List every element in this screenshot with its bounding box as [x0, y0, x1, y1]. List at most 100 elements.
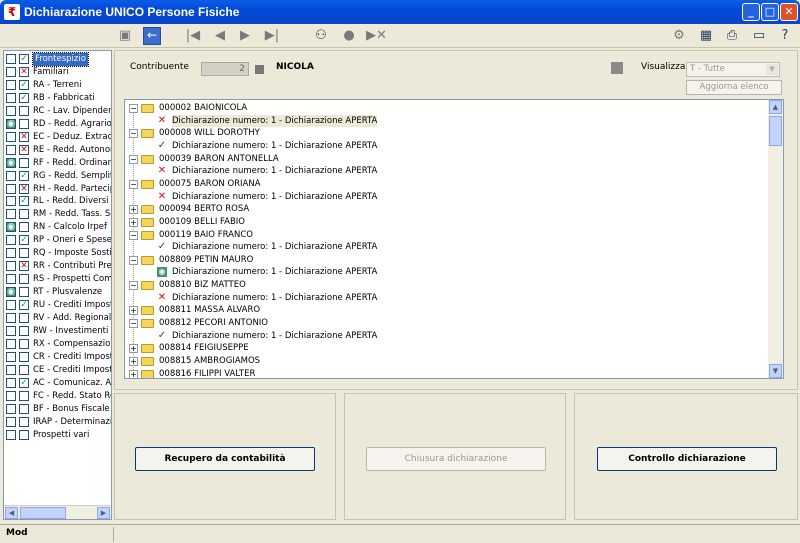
sidebar-status-checkbox[interactable]: [6, 390, 16, 401]
sidebar-check-checkbox[interactable]: [19, 429, 29, 440]
sidebar-status-checkbox[interactable]: [6, 105, 16, 116]
sidebar-item[interactable]: ✕ RH - Redd. Partecipazione: [4, 183, 111, 196]
sidebar-status-checkbox[interactable]: [6, 209, 16, 220]
sidebar-item[interactable]: FC - Redd. Stato Residenza: [4, 390, 111, 403]
circle-icon[interactable]: ●: [340, 27, 358, 45]
sidebar-check-checkbox[interactable]: [19, 364, 29, 375]
collapse-icon[interactable]: −: [129, 104, 138, 113]
tree-scroll-thumb[interactable]: [769, 116, 782, 146]
scroll-up-icon[interactable]: ▲: [769, 100, 782, 114]
collapse-icon[interactable]: −: [129, 319, 138, 329]
tree-vscroll[interactable]: ▲ ▼: [768, 100, 783, 378]
collapse-icon[interactable]: −: [129, 179, 138, 189]
back-icon[interactable]: ←: [143, 27, 161, 45]
sidebar-status-checkbox[interactable]: ◉: [6, 118, 16, 129]
contribuente-lookup-icon[interactable]: [255, 65, 264, 74]
sidebar-status-checkbox[interactable]: [6, 274, 16, 285]
sidebar-item[interactable]: ✕ EC - Deduz. Extracontabili: [4, 131, 111, 144]
sidebar-check-checkbox[interactable]: ✓: [19, 170, 29, 181]
sidebar-check-checkbox[interactable]: ✕: [19, 261, 29, 272]
sidebar-item[interactable]: ◉ RN - Calcolo Irpef: [4, 221, 111, 234]
last-icon[interactable]: ▶|: [263, 27, 281, 45]
sidebar-check-checkbox[interactable]: [19, 157, 29, 168]
sidebar-check-checkbox[interactable]: [19, 248, 29, 259]
sidebar-status-checkbox[interactable]: ◉: [6, 157, 16, 168]
sidebar-item[interactable]: RC - Lav. Dipendenti: [4, 105, 111, 118]
sidebar-status-checkbox[interactable]: [6, 403, 16, 414]
sidebar-check-checkbox[interactable]: ✕: [19, 131, 29, 142]
scroll-left-icon[interactable]: ◀: [5, 507, 18, 519]
controllo-button[interactable]: Controllo dichiarazione: [597, 447, 777, 471]
sidebar-item[interactable]: BF - Bonus Fiscale: [4, 403, 111, 416]
sidebar-item[interactable]: RM - Redd. Tass. Separata: [4, 208, 111, 221]
expand-icon[interactable]: +: [129, 205, 138, 215]
sidebar-status-checkbox[interactable]: [6, 325, 16, 336]
sidebar-check-checkbox[interactable]: ✓: [19, 377, 29, 388]
sidebar-check-checkbox[interactable]: [19, 325, 29, 336]
collapse-icon[interactable]: −: [129, 154, 138, 164]
sidebar-hscroll[interactable]: ◀ ▶: [4, 505, 111, 519]
sidebar-check-checkbox[interactable]: ✓: [19, 235, 29, 246]
sidebar-item[interactable]: RS - Prospetti Comuni: [4, 273, 111, 286]
sidebar-item[interactable]: ✕ RE - Redd. Autonomi: [4, 144, 111, 157]
sidebar-status-checkbox[interactable]: [6, 66, 16, 77]
sidebar-check-checkbox[interactable]: ✕: [19, 144, 29, 155]
sidebar-item[interactable]: IRAP - Determinazione: [4, 416, 111, 429]
sidebar-item[interactable]: ✓ AC - Comunicaz. Amministratori: [4, 377, 111, 390]
contribuente-code-field[interactable]: 2: [201, 62, 249, 76]
sidebar-item[interactable]: ✕ Familiari: [4, 66, 111, 79]
collapse-icon[interactable]: −: [129, 255, 138, 265]
sidebar-item[interactable]: ◉ RF - Redd. Ordinario: [4, 157, 111, 170]
minimize-button[interactable]: _: [742, 3, 760, 21]
scroll-right-icon[interactable]: ▶: [97, 507, 110, 519]
close-button[interactable]: ✕: [780, 3, 798, 21]
sidebar-status-checkbox[interactable]: [6, 364, 16, 375]
refresh-button[interactable]: Aggiorna elenco: [686, 80, 782, 95]
clear-icon[interactable]: [611, 62, 623, 74]
sidebar-status-checkbox[interactable]: [6, 313, 16, 323]
sidebar-status-checkbox[interactable]: [6, 79, 16, 90]
sidebar-check-checkbox[interactable]: [19, 118, 29, 129]
sidebar-check-checkbox[interactable]: ✓: [19, 79, 29, 90]
app-icon[interactable]: ₹: [4, 4, 20, 20]
monitor-icon[interactable]: ▭: [750, 27, 768, 45]
print-icon[interactable]: ⎙: [723, 27, 741, 45]
sidebar-check-checkbox[interactable]: [19, 222, 29, 233]
collapse-icon[interactable]: −: [129, 281, 138, 291]
expand-icon[interactable]: +: [129, 357, 138, 366]
next-icon[interactable]: ▶: [236, 27, 254, 45]
sidebar-status-checkbox[interactable]: [6, 429, 16, 440]
sidebar-status-checkbox[interactable]: [6, 261, 16, 272]
expand-icon[interactable]: +: [129, 306, 138, 316]
sidebar-status-checkbox[interactable]: [6, 235, 16, 246]
calculator-icon[interactable]: ▦: [697, 27, 715, 45]
sidebar-item[interactable]: RW - Investimenti all'estero: [4, 325, 111, 338]
sidebar-status-checkbox[interactable]: [6, 351, 16, 362]
chiusura-button[interactable]: Chiusura dichiarazione: [366, 447, 546, 471]
sidebar-check-checkbox[interactable]: [19, 313, 29, 323]
sidebar-item[interactable]: RX - Compensazioni: [4, 338, 111, 351]
sidebar-item[interactable]: CR - Crediti Imposte: [4, 351, 111, 364]
sidebar-check-checkbox[interactable]: ✓: [19, 54, 29, 64]
scroll-down-icon[interactable]: ▼: [769, 364, 782, 378]
gear-icon[interactable]: ⚙: [670, 27, 688, 45]
sidebar-status-checkbox[interactable]: [6, 54, 16, 64]
sidebar-check-checkbox[interactable]: [19, 390, 29, 401]
sidebar-item[interactable]: ◉ RT - Plusvalenze: [4, 286, 111, 299]
sidebar-item[interactable]: ✓ RP - Oneri e Spese: [4, 234, 111, 247]
sidebar-item[interactable]: ✓ RA - Terreni: [4, 79, 111, 92]
expand-icon[interactable]: +: [129, 217, 138, 227]
sidebar-status-checkbox[interactable]: [6, 144, 16, 155]
sidebar-status-checkbox[interactable]: [6, 416, 16, 427]
sidebar-check-checkbox[interactable]: [19, 351, 29, 362]
sidebar-item[interactable]: ◉ RD - Redd. Agrario: [4, 118, 111, 131]
sidebar-item[interactable]: ✓ RB - Fabbricati: [4, 92, 111, 105]
sidebar-item[interactable]: CE - Crediti Imposte: [4, 364, 111, 377]
sidebar-check-checkbox[interactable]: [19, 209, 29, 220]
sidebar-status-checkbox[interactable]: ◉: [6, 222, 16, 233]
help-icon[interactable]: ?: [776, 27, 794, 45]
expand-icon[interactable]: +: [129, 344, 138, 354]
sidebar-status-checkbox[interactable]: [6, 92, 16, 103]
sidebar-item[interactable]: ✓ RU - Crediti Imposte: [4, 299, 111, 312]
skip-icon[interactable]: ▶✕: [366, 27, 387, 45]
